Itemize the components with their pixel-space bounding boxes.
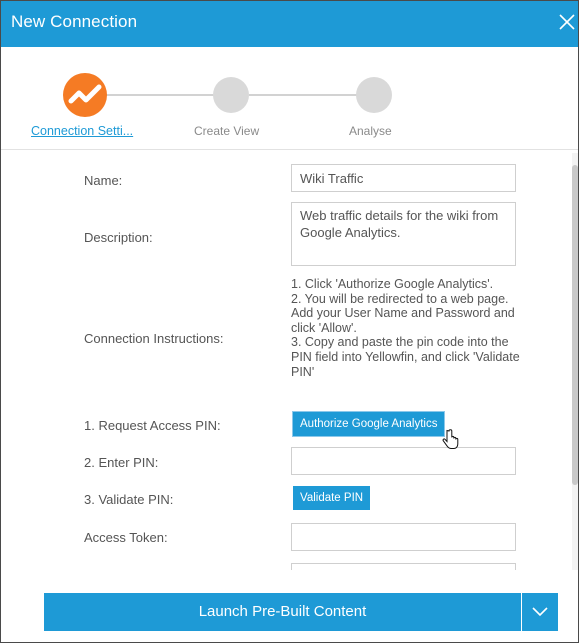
- hand-pointer-icon: [442, 429, 460, 456]
- scrollbar-thumb[interactable]: [572, 165, 578, 485]
- step-connector: [101, 94, 231, 96]
- description-field[interactable]: Web traffic details for the wiki from Go…: [291, 202, 516, 266]
- authorize-google-analytics-button[interactable]: Authorize Google Analytics: [293, 412, 445, 436]
- dialog-title: New Connection: [11, 12, 138, 31]
- close-icon[interactable]: [554, 9, 576, 35]
- new-connection-dialog: New Connection Connection Setti... Creat…: [0, 0, 579, 643]
- launch-dropdown-toggle[interactable]: [522, 593, 558, 631]
- validate-pin-button[interactable]: Validate PIN: [293, 486, 371, 510]
- wizard-steps: Connection Setti... Create View Analyse: [1, 47, 578, 147]
- access-token-label: Access Token:: [84, 530, 168, 545]
- next-field-partial[interactable]: [291, 563, 516, 570]
- request-pin-label: 1. Request Access PIN:: [84, 418, 221, 433]
- step-3-circle[interactable]: [356, 77, 392, 113]
- step-1-circle[interactable]: [63, 73, 107, 117]
- connection-form: Name: Description: Web traffic details f…: [1, 153, 571, 570]
- instructions-label: Connection Instructions:: [84, 331, 224, 346]
- name-label: Name:: [84, 173, 123, 188]
- step-2-circle[interactable]: [213, 77, 249, 113]
- chart-line-icon: [68, 84, 102, 104]
- launch-pre-built-content-button[interactable]: Launch Pre-Built Content: [44, 593, 521, 631]
- dialog-titlebar: New Connection: [1, 1, 578, 47]
- step-connector: [249, 94, 359, 96]
- validate-pin-label: 3. Validate PIN:: [84, 492, 174, 507]
- chevron-down-icon: [532, 607, 548, 617]
- enter-pin-label: 2. Enter PIN:: [84, 455, 159, 470]
- form-scrollbar[interactable]: [572, 153, 578, 570]
- access-token-field[interactable]: [291, 523, 516, 551]
- name-field[interactable]: [291, 164, 516, 192]
- step-2-label[interactable]: Create View: [194, 124, 259, 138]
- step-3-label[interactable]: Analyse: [349, 124, 392, 138]
- instructions-text: 1. Click 'Authorize Google Analytics'. 2…: [291, 277, 520, 379]
- description-label: Description:: [84, 230, 153, 245]
- steps-divider: [1, 149, 578, 150]
- pin-field[interactable]: [291, 447, 516, 475]
- step-1-label[interactable]: Connection Setti...: [31, 124, 133, 138]
